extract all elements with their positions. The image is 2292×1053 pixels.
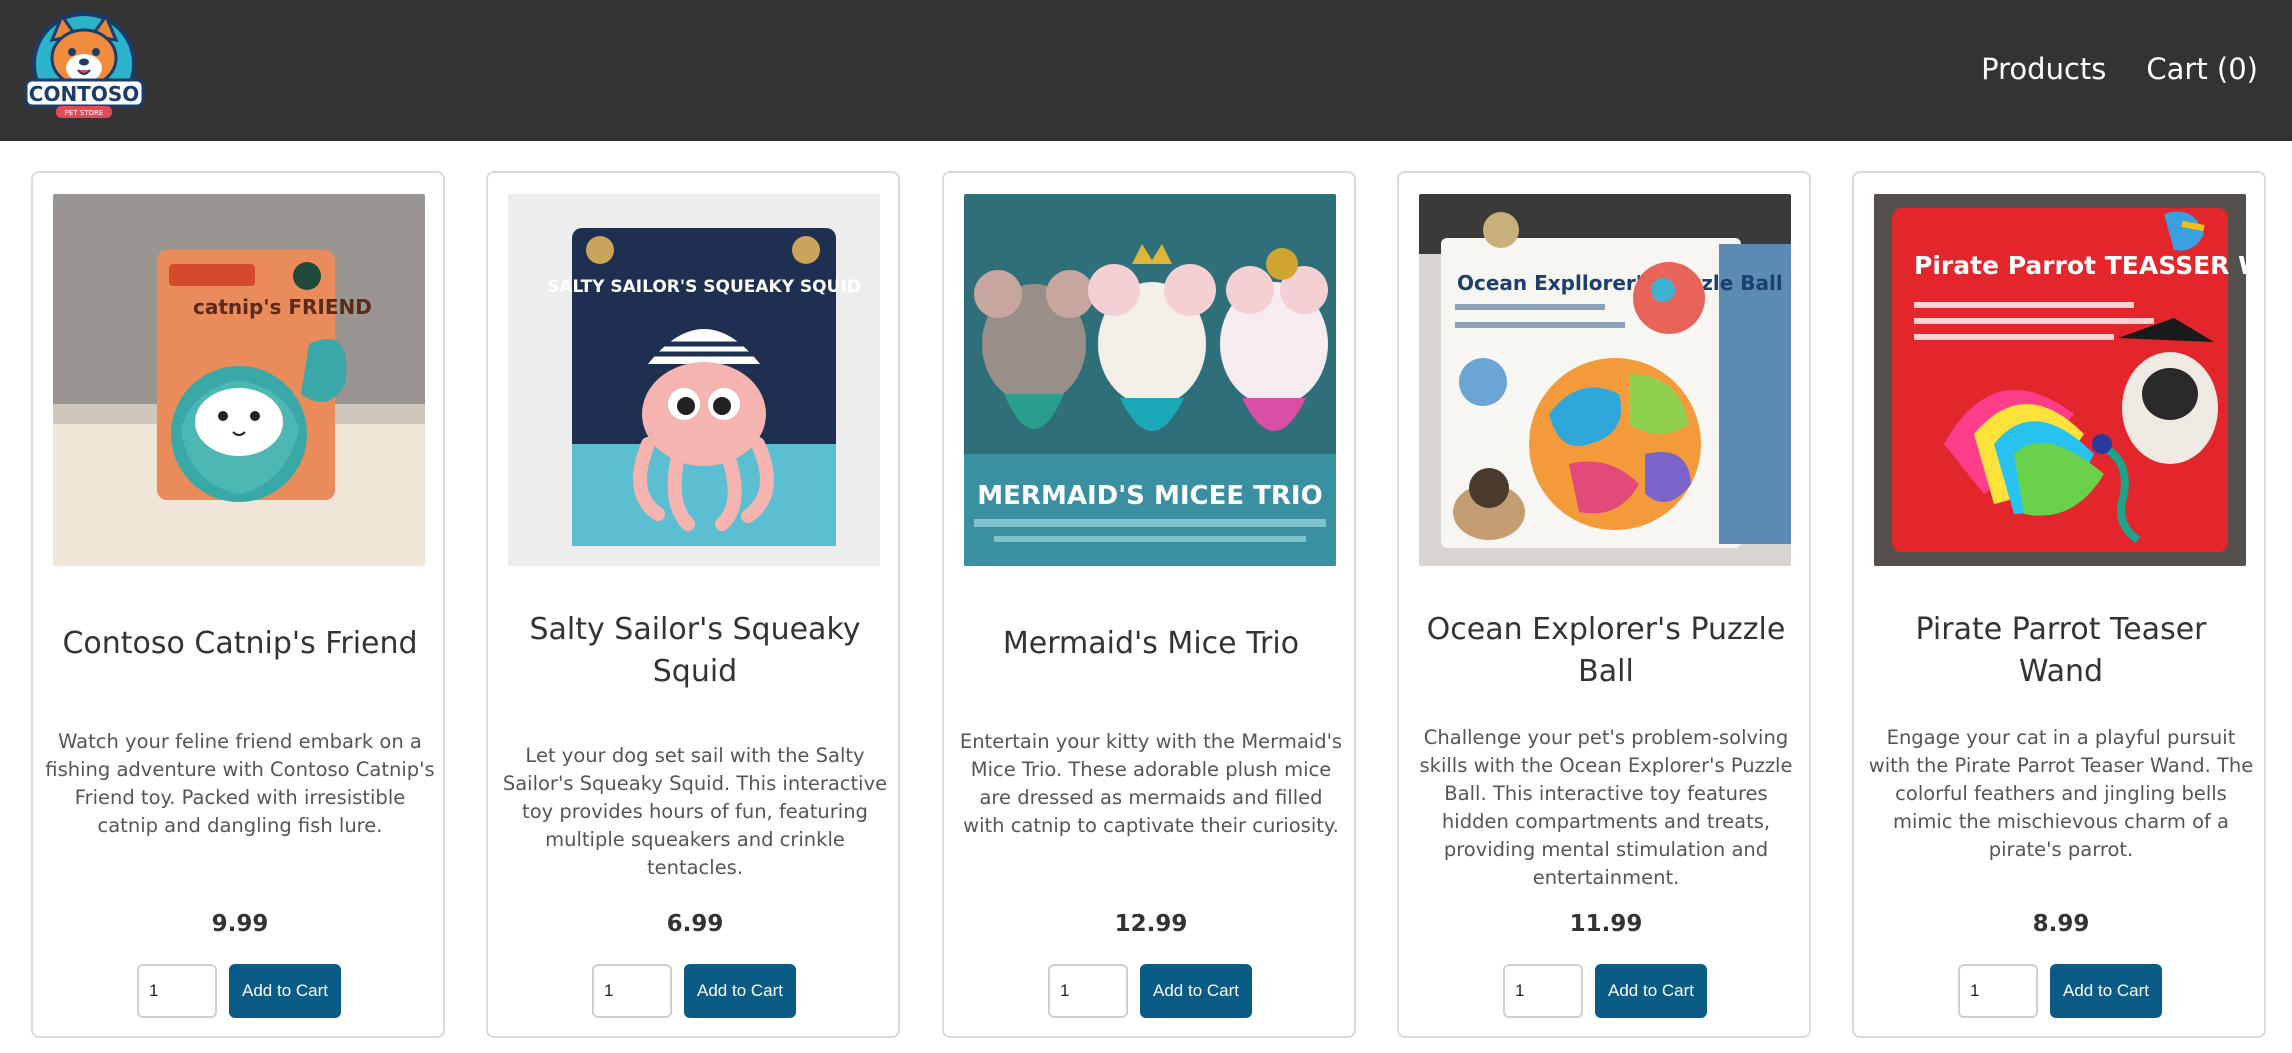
image-package-text: catnip's FRIEND bbox=[193, 295, 372, 319]
product-card: MERMAID'S MICEE TRIO Mermaid's Mice Trio… bbox=[942, 171, 1356, 1038]
add-to-cart-button[interactable]: Add to Cart bbox=[2050, 964, 2162, 1018]
nav-cart-link[interactable]: Cart (0) bbox=[2146, 52, 2258, 86]
navbar: CONTOSO PET STORE Products Cart (0) bbox=[0, 0, 2292, 141]
quantity-input[interactable] bbox=[1048, 964, 1128, 1018]
product-card: Pirate Parrot TEASSER WAND Pirate Parrot… bbox=[1852, 171, 2266, 1038]
main-nav: Products Cart (0) bbox=[1981, 52, 2258, 86]
image-package-text: SALTY SAILOR'S SQUEAKY SQUID bbox=[547, 277, 861, 297]
product-description: Let your dog set sail with the Salty Sai… bbox=[502, 744, 888, 879]
quantity-input[interactable] bbox=[592, 964, 672, 1018]
quantity-input[interactable] bbox=[1503, 964, 1583, 1018]
product-name: Salty Sailor's Squeaky Squid bbox=[529, 612, 861, 689]
add-to-cart-button[interactable]: Add to Cart bbox=[684, 964, 796, 1018]
product-description: Watch your feline friend embark on a fis… bbox=[45, 730, 435, 837]
product-card: catnip's FRIEND Contoso Catnip's Friend … bbox=[31, 171, 445, 1038]
product-description: Challenge your pet's problem-solving ski… bbox=[1419, 726, 1793, 889]
product-card: Ocean Expllorer's Puzzle Ball Ocean Expl… bbox=[1397, 171, 1811, 1038]
contoso-pet-store-logo[interactable]: CONTOSO PET STORE bbox=[22, 10, 147, 126]
quantity-input[interactable] bbox=[1958, 964, 2038, 1018]
product-image[interactable]: Pirate Parrot TEASSER WAND bbox=[1874, 194, 2246, 566]
product-price: 12.99 bbox=[1114, 911, 1188, 937]
nav-products-link[interactable]: Products bbox=[1981, 52, 2106, 86]
product-price: 11.99 bbox=[1569, 911, 1643, 937]
product-name: Contoso Catnip's Friend bbox=[62, 626, 418, 661]
product-image[interactable]: catnip's FRIEND bbox=[53, 194, 425, 566]
product-name: Mermaid's Mice Trio bbox=[1002, 626, 1300, 661]
add-to-cart-button[interactable]: Add to Cart bbox=[229, 964, 341, 1018]
product-price: 6.99 bbox=[666, 911, 724, 937]
product-card: SALTY SAILOR'S SQUEAKY SQUID Salty Sailo… bbox=[486, 171, 900, 1038]
product-price: 9.99 bbox=[211, 911, 269, 937]
add-to-cart-button[interactable]: Add to Cart bbox=[1595, 964, 1707, 1018]
image-package-text: Ocean Expllorer's Puzzle Ball bbox=[1457, 271, 1783, 295]
quantity-input[interactable] bbox=[137, 964, 217, 1018]
product-grid: catnip's FRIEND Contoso Catnip's Friend … bbox=[31, 171, 2268, 1040]
logo-text: CONTOSO bbox=[29, 82, 139, 106]
image-package-text: MERMAID'S MICEE TRIO bbox=[977, 481, 1322, 511]
product-description: Engage your cat in a playful pursuit wit… bbox=[1868, 726, 2254, 861]
product-name: Pirate Parrot Teaser Wand bbox=[1915, 612, 2207, 689]
product-image[interactable]: SALTY SAILOR'S SQUEAKY SQUID bbox=[508, 194, 880, 566]
product-image[interactable]: MERMAID'S MICEE TRIO bbox=[964, 194, 1336, 566]
product-image[interactable]: Ocean Expllorer's Puzzle Ball bbox=[1419, 194, 1791, 566]
product-description: Entertain your kitty with the Mermaid's … bbox=[959, 730, 1343, 837]
logo-subtext: PET STORE bbox=[65, 109, 104, 117]
image-package-text: Pirate Parrot TEASSER WAND bbox=[1914, 251, 2246, 280]
product-name: Ocean Explorer's Puzzle Ball bbox=[1426, 612, 1786, 689]
product-price: 8.99 bbox=[2032, 911, 2090, 937]
add-to-cart-button[interactable]: Add to Cart bbox=[1140, 964, 1252, 1018]
